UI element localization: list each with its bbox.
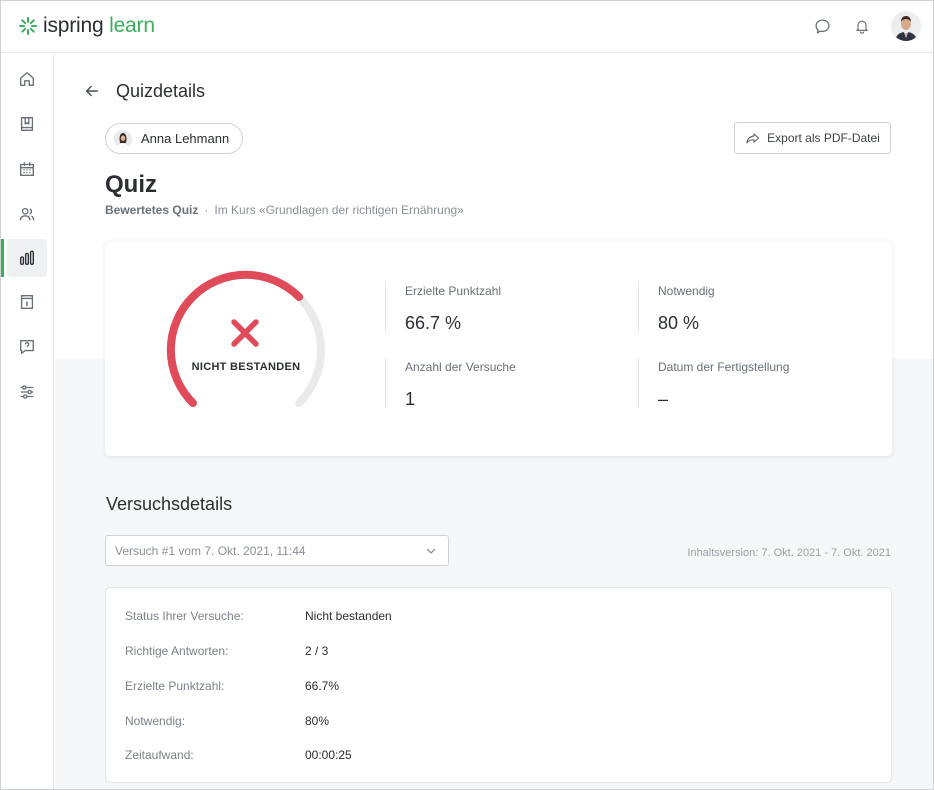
attempt-details-title: Versuchsdetails [106, 494, 233, 514]
quiz-course: Im Kurs «Grundlagen der richtigen Ernähr… [214, 203, 464, 217]
sidebar-item-help[interactable] [7, 328, 47, 366]
calendar-icon [20, 162, 34, 176]
sidebar-item-home[interactable] [7, 60, 47, 98]
sidebar-item-info[interactable] [7, 283, 47, 321]
export-pdf-button[interactable]: Export als PDF-Datei [734, 122, 891, 154]
quiz-type: Bewertetes Quiz [105, 203, 199, 217]
logo-mark-icon [19, 17, 37, 35]
attempt-select[interactable]: Versuch #1 vom 7. Okt. 2021, 11:44 [105, 535, 449, 566]
result-card: NICHT BESTANDEN Erzielte Punktzahl 66.7 … [105, 241, 892, 456]
details-row-value: Nicht bestanden [305, 609, 392, 623]
quiz-title: Quiz [105, 171, 157, 198]
stat-attempts-value: 1 [405, 389, 416, 409]
details-row-value: 2 / 3 [305, 644, 329, 658]
stat-attempts: Anzahl der Versuche 1 [385, 358, 516, 409]
stat-required: Notwendig 80 % [638, 282, 715, 333]
sidebar-item-reports[interactable] [1, 239, 47, 277]
reports-icon [20, 250, 34, 265]
stat-required-label: Notwendig [658, 284, 715, 298]
page-title: Quizdetails [116, 81, 206, 101]
subtitle-separator: · [204, 203, 209, 217]
details-row-key: Status Ihrer Versuche: [125, 609, 244, 623]
home-icon [20, 72, 34, 86]
details-row-value: 80% [305, 714, 330, 728]
book-icon [20, 117, 34, 131]
user-chip[interactable]: Anna Lehmann [105, 123, 244, 154]
app-window: ispring learn Quizdetails Anna Lehmann E… [0, 0, 934, 790]
main-content: Quizdetails Anna Lehmann Export als PDF-… [55, 54, 933, 789]
attempt-details-card: Status Ihrer Versuche: Nicht bestanden R… [105, 587, 892, 783]
top-bar: ispring learn [1, 1, 933, 53]
sidebar-item-users[interactable] [7, 195, 47, 233]
logo[interactable]: ispring learn [19, 14, 155, 38]
back-arrow-icon[interactable] [83, 82, 101, 100]
logo-text-learn: learn [109, 14, 155, 37]
logo-text-ispring: ispring [43, 14, 104, 37]
attempt-select-value: Versuch #1 vom 7. Okt. 2021, 11:44 [115, 544, 306, 558]
bell-icon[interactable] [851, 15, 873, 37]
export-pdf-label: Export als PDF-Datei [767, 131, 880, 145]
chat-icon[interactable] [811, 15, 833, 37]
sidebar-item-settings[interactable] [7, 373, 47, 411]
quiz-subtitle: Bewertetes Quiz · Im Kurs «Grundlagen de… [105, 203, 464, 217]
user-avatar[interactable] [891, 11, 921, 41]
stat-completion-date: Datum der Fertigstellung – [638, 358, 790, 409]
share-arrow-icon [746, 132, 760, 144]
sidebar-item-courses[interactable] [7, 105, 47, 143]
details-row-key: Notwendig: [125, 714, 186, 728]
stat-completion-date-label: Datum der Fertigstellung [658, 360, 790, 374]
info-page-icon [20, 295, 34, 309]
stat-completion-date-value: – [658, 389, 669, 409]
stat-attempts-label: Anzahl der Versuche [405, 360, 516, 374]
sidebar-item-calendar[interactable] [7, 150, 47, 188]
details-row-key: Zeitaufwand: [125, 748, 194, 762]
user-name: Anna Lehmann [141, 131, 230, 146]
settings-sliders-icon [20, 385, 34, 399]
users-icon [19, 207, 35, 221]
details-row-value: 66.7% [305, 679, 340, 693]
stat-score: Erzielte Punktzahl 66.7 % [385, 282, 502, 333]
details-row-key: Erzielte Punktzahl: [125, 679, 225, 693]
fail-cross-icon [231, 319, 259, 347]
gauge-fill [166, 270, 304, 408]
sidebar [1, 54, 54, 789]
stat-score-value: 66.7 % [405, 313, 462, 333]
chevron-down-icon [426, 548, 436, 554]
logo-text: ispring learn [43, 14, 155, 38]
stat-score-label: Erzielte Punktzahl [405, 284, 502, 298]
content-version: Inhaltsversion: 7. Okt. 2021 - 7. Okt. 2… [687, 547, 891, 559]
user-chip-avatar [114, 129, 132, 148]
stat-required-value: 80 % [658, 313, 700, 333]
score-gauge [166, 270, 325, 408]
result-status: NICHT BESTANDEN [191, 361, 301, 373]
help-chat-icon [20, 340, 34, 354]
details-row-key: Richtige Antworten: [125, 644, 229, 658]
details-row-value: 00:00:25 [305, 748, 352, 762]
